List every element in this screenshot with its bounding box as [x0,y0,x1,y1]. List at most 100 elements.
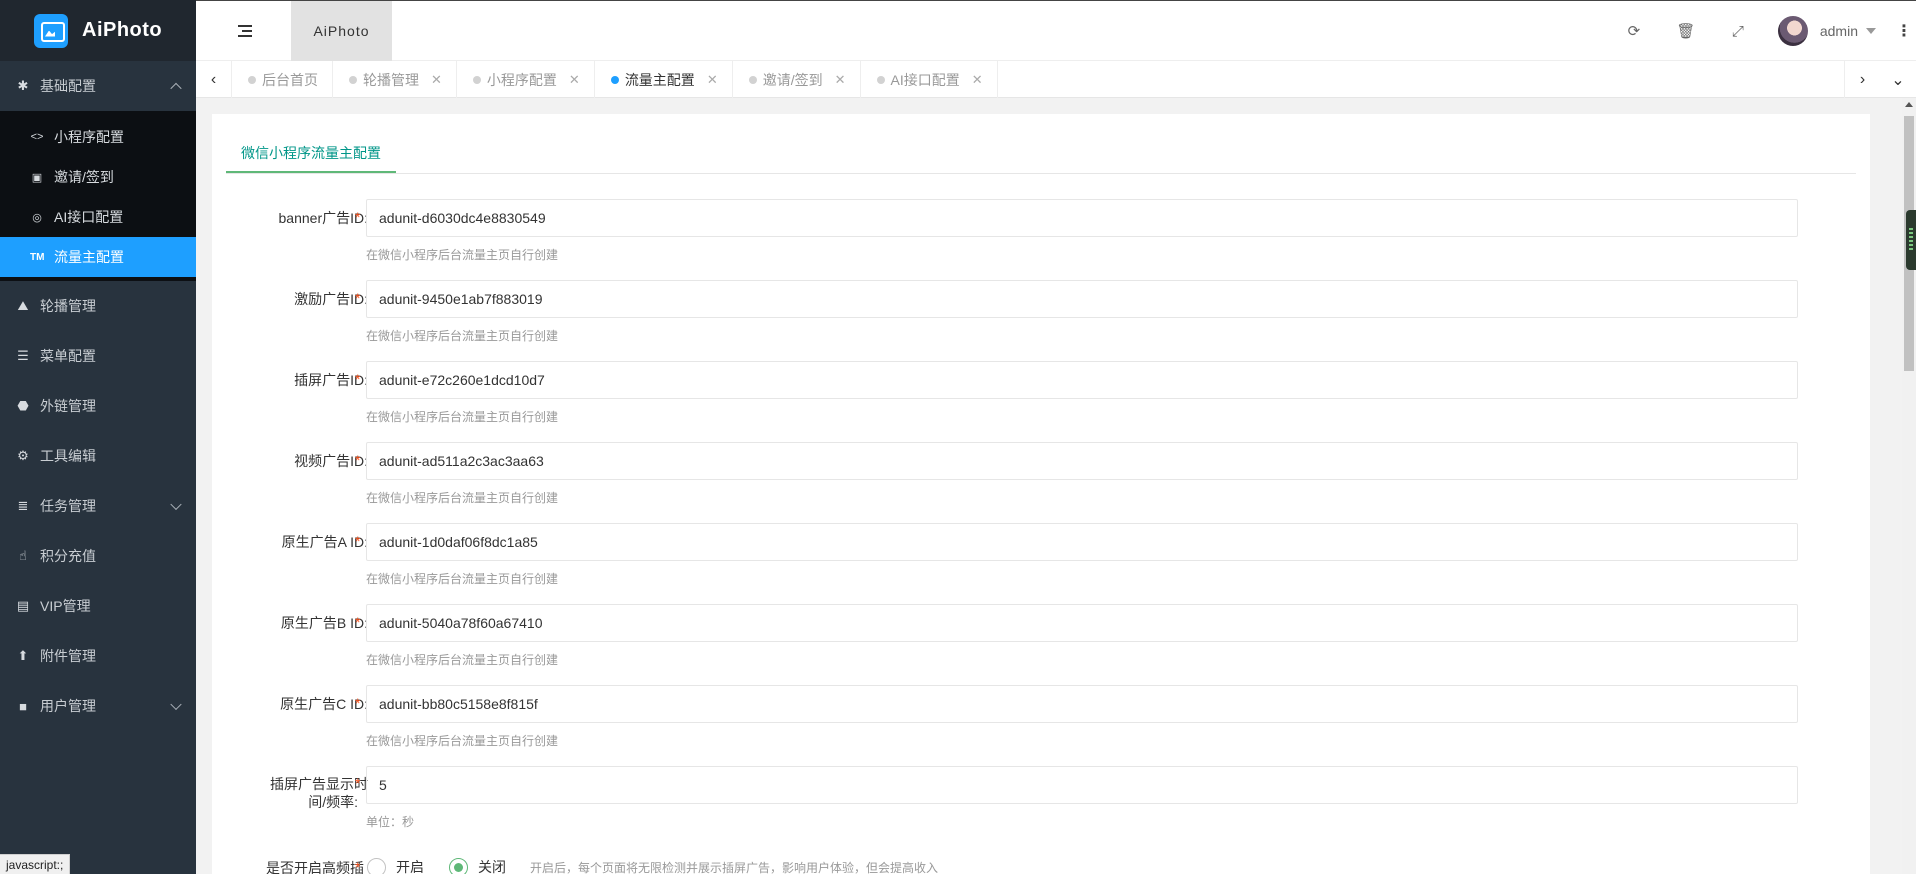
more-vertical-icon[interactable]: ⋮ [1892,21,1916,41]
tab-dot [472,75,481,84]
trademark-icon: TM [30,251,45,263]
reward-ad-id-input[interactable]: adunit-9450e1ab7f883019 [366,280,1798,318]
field-label: 原生广告C ID: [280,696,368,712]
tab-divider [226,173,1856,174]
native-ad-a-id-input[interactable]: adunit-1d0daf06f8dc1a85 [366,523,1798,561]
caret-down-icon [1866,28,1876,34]
hand-pointer-icon: ☝ [19,548,27,563]
sidebar-item-traffic-config[interactable]: TM 流量主配置 [0,237,196,277]
field-label: 视频广告ID: [294,453,368,469]
tab-dot [610,75,619,84]
interstitial-ad-id-input[interactable]: adunit-e72c260e1dcd10d7 [366,361,1798,399]
close-icon[interactable]: ✕ [431,72,442,88]
sidebar-item-label: 积分充值 [40,548,96,564]
field-label: 原生广告A ID: [281,534,368,550]
fullscreen-icon[interactable]: ⤢ [1712,23,1764,40]
app-logo[interactable]: AiPhoto [0,0,196,61]
tab-label: 轮播管理 [363,71,419,88]
tab-banner-manage[interactable]: 轮播管理 ✕ [333,61,457,98]
gear-icon: ⚙ [17,448,29,463]
sidebar-item-points-recharge[interactable]: ☝ 积分充值 [0,531,196,581]
sidebar-item-label: 附件管理 [40,648,96,664]
sidebar-item-user-manage[interactable]: ■ 用户管理 [0,681,196,731]
code-icon: <> [30,131,44,143]
sidebar-item-invite-signin[interactable]: ▣ 邀请/签到 [0,157,196,197]
sidebar-item-ai-api-config[interactable]: ◎ AI接口配置 [0,197,196,237]
radio-label: 开启 [396,859,424,874]
chevron-down-icon [170,498,182,511]
video-ad-id-input[interactable]: adunit-ad511a2c3ac3aa63 [366,442,1798,480]
tab-wechat-traffic-config[interactable]: 微信小程序流量主配置 [226,135,396,173]
tab-label: 流量主配置 [624,71,695,88]
field-label: 激励广告ID: [294,291,368,307]
sidebar-item-vip-manage[interactable]: ▤ VIP管理 [0,581,196,631]
user-menu[interactable]: admin [1777,16,1876,46]
required-mark: * [355,452,361,468]
tab-ai-api-config[interactable]: AI接口配置 ✕ [861,61,998,98]
trash-icon[interactable]: 🗑 [1660,22,1712,40]
close-icon[interactable]: ✕ [835,72,846,88]
sidebar-item-banner-manage[interactable]: ⛰ 轮播管理 [0,281,196,331]
sidebar-item-menu-config[interactable]: ☰ 菜单配置 [0,331,196,381]
sidebar-item-label: 工具编辑 [40,448,96,464]
status-bar-url: javascript:; [0,854,71,874]
required-mark: * [355,859,361,874]
tabs-scroll-right-icon[interactable]: › [1844,61,1880,98]
radio-high-freq-on[interactable]: 开启 [367,857,424,874]
avatar [1777,16,1808,46]
native-ad-c-id-input[interactable]: adunit-bb80c5158e8f815f [366,685,1798,723]
sidebar-item-attachment-manage[interactable]: ⬆ 附件管理 [0,631,196,681]
sidebar-item-label: VIP管理 [40,598,91,614]
config-panel: 微信小程序流量主配置 banner广告ID: * adunit-d6030dc4… [212,114,1870,874]
required-mark: * [355,614,361,630]
sidebar-item-task-manage[interactable]: ≣ 任务管理 [0,481,196,531]
sidebar-item-label: 轮播管理 [40,298,96,314]
refresh-icon[interactable]: ⟳ [1608,22,1660,40]
tab-label: 邀请/签到 [762,71,823,88]
radio-high-freq-off[interactable]: 关闭 [449,857,506,874]
chevron-down-icon [170,698,182,711]
field-hint: 单位：秒 [366,815,415,829]
field-label: 插屏广告ID: [294,372,368,388]
tab-invite-signin[interactable]: 邀请/签到 ✕ [733,61,861,98]
tab-dot [248,75,256,84]
field-hint: 在微信小程序后台流量主页自行创建 [366,491,559,505]
required-mark: * [355,371,361,387]
side-handle-icon[interactable] [1906,210,1916,270]
arrow-up-icon: ⬆ [17,648,29,663]
native-ad-b-id-input[interactable]: adunit-5040a78f60a67410 [366,604,1798,642]
field-hint: 开启后，每个页面将无限检测并展示插屏广告，影响用户体验，但会提高收入 [530,861,939,874]
image-icon [34,13,68,48]
header-app-tab[interactable]: AiPhoto [291,1,392,61]
tab-home[interactable]: 后台首页 [232,61,333,98]
chrome-icon: ◎ [32,211,42,224]
tabs-dropdown-icon[interactable]: ⌄ [1880,61,1916,98]
field-hint: 在微信小程序后台流量主页自行创建 [366,653,559,667]
close-icon[interactable]: ✕ [569,72,580,88]
menu-toggle-icon[interactable] [238,25,252,37]
sidebar-item-link-manage[interactable]: ⬣ 外链管理 [0,381,196,431]
tabs-scroll-left-icon[interactable]: ‹ [196,61,232,98]
bars-icon: ☰ [17,348,29,363]
close-icon[interactable]: ✕ [707,72,718,88]
tab-miniprogram-config[interactable]: 小程序配置 ✕ [457,61,595,98]
sidebar-item-basic-config[interactable]: ✱ 基础配置 [0,61,196,111]
interstitial-interval-input[interactable]: 5 [366,766,1798,804]
sidebar-item-label: AI接口配置 [54,209,124,225]
sidebar-item-label: 用户管理 [40,698,96,714]
sidebar-item-label: 外链管理 [40,398,96,414]
sidebar-item-label: 基础配置 [40,78,96,94]
field-hint: 在微信小程序后台流量主页自行创建 [366,410,559,424]
close-icon[interactable]: ✕ [972,72,983,88]
banner-ad-id-input[interactable]: adunit-d6030dc4e8830549 [366,199,1798,237]
user-icon: ■ [19,698,27,714]
radio-circle [449,857,468,874]
sidebar-item-tool-edit[interactable]: ⚙ 工具编辑 [0,431,196,481]
top-header: AiPhoto ⟳ 🗑 ⤢ admin ⋮ [196,0,1916,61]
field-label: banner广告ID: [278,210,368,226]
scroll-up-icon[interactable] [1905,102,1913,107]
sidebar-item-label: 小程序配置 [54,129,124,145]
sidebar-item-miniprogram-config[interactable]: <> 小程序配置 [0,117,196,157]
page-tabs-bar: ‹ 后台首页 轮播管理 ✕ 小程序配置 ✕ 流量主配置 ✕ 邀请/签到 ✕ AI [196,61,1916,98]
tab-traffic-config[interactable]: 流量主配置 ✕ [595,61,733,98]
